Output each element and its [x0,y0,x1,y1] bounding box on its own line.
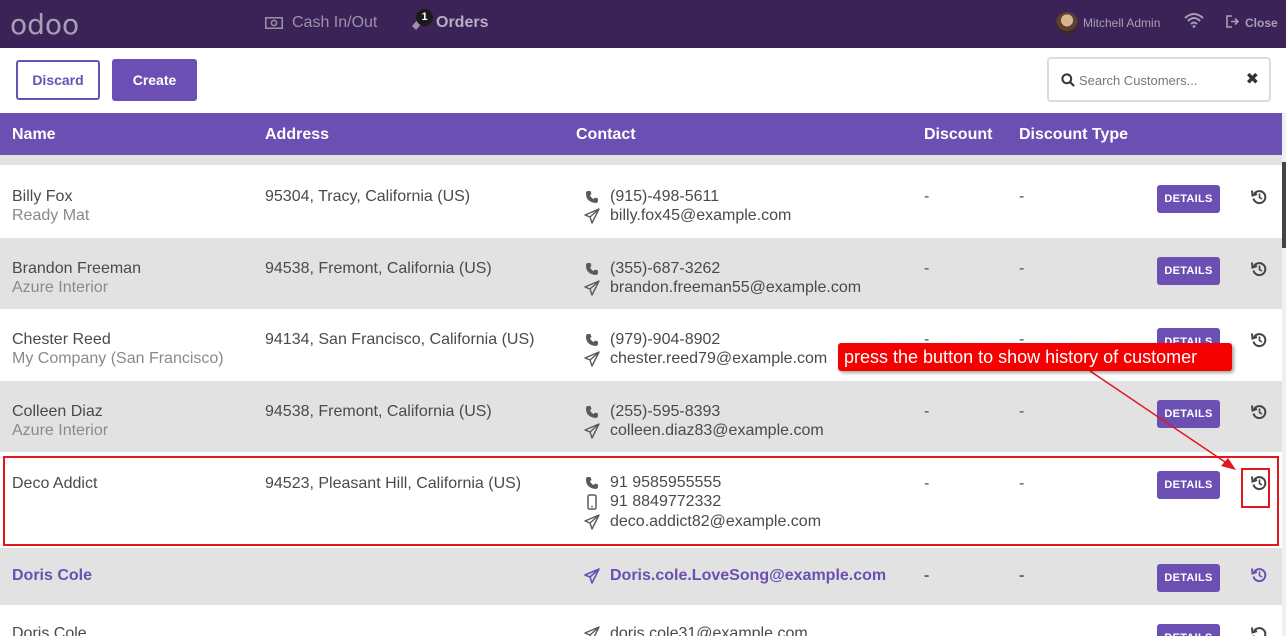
email-address: chester.reed79@example.com [610,350,828,368]
avatar [1056,12,1078,34]
discount-value: - [924,403,930,420]
details-button[interactable]: DETAILS [1157,564,1220,592]
paper-plane-icon [584,423,600,439]
discount-value: - [924,188,930,205]
discount-type-value: - [1019,403,1025,420]
search-input[interactable] [1079,69,1239,91]
phone-number: (355)-687-3262 [610,259,721,277]
orders-button[interactable]: 1 Orders [408,9,489,32]
paper-plane-icon [584,208,600,224]
customer-contact: (915)-498-5611 billy.fox45@example.com [584,187,791,226]
user-name: Mitchell Admin [1083,16,1161,30]
customer-name: Billy Fox [12,188,73,205]
table-row[interactable]: Doris Cole doris.cole31@example.com DETA… [0,605,1282,636]
email-address: doris.cole31@example.com [610,624,808,636]
email-address: colleen.diaz83@example.com [610,422,824,440]
details-button[interactable]: DETAILS [1157,400,1220,428]
wifi-icon [1184,12,1204,28]
customer-company: Azure Interior [12,422,109,439]
annotation-row-highlight [3,456,1279,546]
details-button[interactable]: DETAILS [1157,257,1220,285]
discount-type-value: - [1019,188,1025,205]
user-menu[interactable]: Mitchell Admin [1056,12,1160,34]
sign-out-icon [1226,15,1240,31]
discard-button[interactable]: Discard [16,60,100,100]
discount-value: - [924,567,930,584]
close-button[interactable]: Close [1226,15,1278,31]
header-address: Address [265,126,330,143]
search-icon [1061,73,1075,87]
table-row[interactable]: Doris Cole Doris.cole.LoveSong@example.c… [0,548,1282,605]
cash-in-out-label: Cash In/Out [292,14,378,31]
table-header: Name Address Contact Discount Discount T… [0,113,1282,155]
customer-name: Doris Cole [12,567,93,584]
customer-contact: doris.cole31@example.com [584,624,808,636]
customer-address: 94538, Fremont, California (US) [265,260,492,277]
customer-contact: Doris.cole.LoveSong@example.com [584,566,886,586]
annotation-button-highlight [1241,468,1270,508]
cash-in-out-button[interactable]: Cash In/Out [264,14,377,32]
clear-search-icon[interactable]: ✖ [1246,72,1259,88]
customer-company: Azure Interior [12,279,109,296]
orders-label: Orders [436,14,489,31]
email-address: Doris.cole.LoveSong@example.com [610,566,887,584]
paper-plane-icon [584,351,600,367]
header-discount: Discount [924,126,993,143]
discount-value: - [924,260,930,277]
top-navbar: odoo Cash In/Out 1 Orders Mitchell Admin… [0,0,1286,48]
money-icon [264,15,284,31]
customer-address: 94134, San Francisco, California (US) [265,331,535,348]
scrollbar-thumb[interactable] [1282,162,1286,248]
email-address: brandon.freeman55@example.com [610,279,862,297]
phone-icon [584,261,600,277]
paper-plane-icon [584,280,600,296]
table-row[interactable]: Brandon Freeman Azure Interior 94538, Fr… [0,238,1282,309]
ticket-icon: 1 [408,9,433,31]
phone-icon [584,404,600,420]
customer-address: 95304, Tracy, California (US) [265,188,471,205]
paper-plane-icon [584,626,600,636]
details-button[interactable]: DETAILS [1157,185,1220,213]
phone-number: (255)-595-8393 [610,402,721,420]
discount-type-value: - [1019,567,1025,584]
close-label: Close [1245,16,1278,30]
annotation-callout: press the button to show history of cust… [838,343,1232,371]
header-name: Name [12,126,56,143]
details-button[interactable]: DETAILS [1157,624,1220,636]
row-divider [0,155,1282,165]
customer-name: Brandon Freeman [12,260,141,277]
history-icon[interactable] [1251,332,1269,350]
phone-number: (915)-498-5611 [610,187,720,205]
discount-type-value: - [1019,260,1025,277]
paper-plane-icon [584,567,600,584]
customer-contact: (355)-687-3262 brandon.freeman55@example… [584,259,861,298]
phone-number: (979)-904-8902 [610,330,721,348]
customer-company: Ready Mat [12,207,90,224]
history-icon[interactable] [1251,261,1269,279]
odoo-logo: odoo [10,8,80,41]
customer-contact: (979)-904-8902 chester.reed79@example.co… [584,330,827,369]
history-icon[interactable] [1251,567,1269,585]
header-discount-type: Discount Type [1019,126,1129,143]
history-icon[interactable] [1251,626,1269,636]
phone-icon [584,332,600,348]
phone-icon [584,189,600,205]
customer-name: Colleen Diaz [12,403,103,420]
table-row[interactable]: Billy Fox Ready Mat 95304, Tracy, Califo… [0,165,1282,238]
customer-address: 94538, Fremont, California (US) [265,403,492,420]
history-icon[interactable] [1251,404,1269,422]
customer-contact: (255)-595-8393 colleen.diaz83@example.co… [584,402,824,441]
table-row[interactable]: Colleen Diaz Azure Interior 94538, Fremo… [0,381,1282,452]
orders-count-badge: 1 [416,9,433,26]
header-contact: Contact [576,126,636,143]
search-box: ✖ [1047,57,1271,102]
customer-name: Doris Cole [12,625,87,636]
email-address: billy.fox45@example.com [610,207,792,225]
customer-name: Chester Reed [12,331,111,348]
customer-company: My Company (San Francisco) [12,350,224,367]
history-icon[interactable] [1251,189,1269,207]
create-button[interactable]: Create [112,59,197,101]
